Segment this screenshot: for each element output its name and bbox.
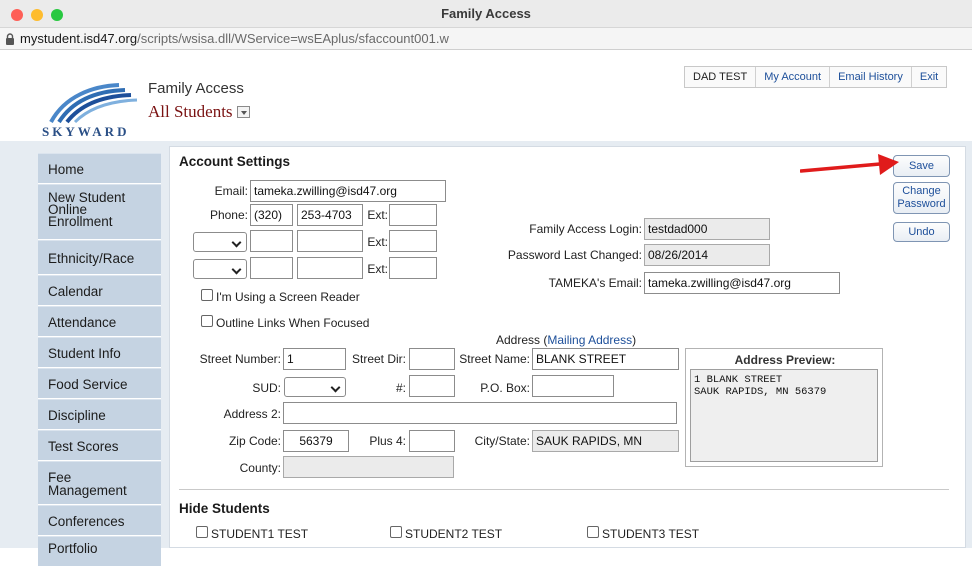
street-name-label: Street Name: — [459, 352, 530, 366]
sidebar-item-conferences[interactable]: Conferences — [38, 505, 161, 536]
phone-number-field[interactable]: 253-4703 — [297, 204, 363, 226]
address-heading: Address (Mailing Address) — [496, 333, 637, 347]
unit-number-field[interactable] — [409, 375, 455, 397]
phone-ext-field[interactable] — [389, 204, 437, 226]
sidebar-item-attendance[interactable]: Attendance — [38, 306, 161, 337]
mailing-address-link[interactable]: Mailing Address — [547, 333, 632, 347]
section-divider — [179, 489, 949, 490]
app-name: Family Access — [148, 80, 244, 97]
save-button[interactable]: Save — [893, 155, 950, 177]
sidebar-item-test-scores[interactable]: Test Scores — [38, 430, 161, 461]
student2-checkbox[interactable] — [390, 526, 402, 538]
street-name-field[interactable]: BLANK STREET — [532, 348, 679, 370]
url-path: /scripts/wsisa.dll/WService=wsEAplus/sfa… — [137, 31, 449, 46]
lock-icon — [6, 33, 14, 45]
address-bar[interactable]: mystudent.isd47.org/scripts/wsisa.dll/WS… — [0, 28, 972, 50]
password-changed-field: 08/26/2014 — [644, 244, 770, 266]
city-state-field: SAUK RAPIDS, MN — [532, 430, 679, 452]
skyward-logo-icon — [49, 83, 138, 124]
sud-label: SUD: — [252, 381, 281, 395]
student3-label: STUDENT3 TEST — [602, 527, 700, 541]
address-preview-text: 1 BLANK STREET SAUK RAPIDS, MN 56379 — [690, 369, 878, 462]
phone2-number-field[interactable] — [297, 230, 363, 252]
phone-area-field[interactable]: (320) — [250, 204, 293, 226]
login-label: Family Access Login: — [529, 222, 642, 236]
undo-button[interactable]: Undo — [893, 222, 950, 242]
phone2-type-select[interactable] — [193, 232, 247, 252]
phone2-area-field[interactable] — [250, 230, 293, 252]
po-box-field[interactable] — [532, 375, 614, 397]
plus4-label: Plus 4: — [369, 434, 406, 448]
address2-field[interactable] — [283, 402, 677, 424]
plus4-field[interactable] — [409, 430, 455, 452]
sidebar-item-calendar[interactable]: Calendar — [38, 275, 161, 306]
address-preview-panel: Address Preview: 1 BLANK STREET SAUK RAP… — [685, 348, 883, 467]
student3-checkbox[interactable] — [587, 526, 599, 538]
phone3-ext-field[interactable] — [389, 257, 437, 279]
phone2-ext-field[interactable] — [389, 230, 437, 252]
login-field: testdad000 — [644, 218, 770, 240]
sidebar-item-food-service[interactable]: Food Service — [38, 368, 161, 399]
window-titlebar: Family Access — [0, 0, 972, 28]
sidebar-item-new-student-enrollment[interactable]: New Student Online Enrollment — [38, 184, 161, 240]
dropdown-icon[interactable] — [236, 106, 250, 119]
top-links-bar: DAD TEST My Account Email History Exit — [684, 66, 948, 88]
email-label: Email: — [214, 184, 248, 198]
po-box-label: P.O. Box: — [480, 381, 530, 395]
url-text: mystudent.isd47.org/scripts/wsisa.dll/WS… — [20, 28, 449, 50]
phone3-area-field[interactable] — [250, 257, 293, 279]
phone3-type-select[interactable] — [193, 259, 247, 279]
window-title: Family Access — [441, 6, 531, 21]
sidebar-item-ethnicity-race[interactable]: Ethnicity/Race — [38, 240, 161, 275]
unit-number-label: #: — [395, 381, 406, 395]
sidebar-item-fee-management[interactable]: Fee Management — [38, 461, 161, 505]
phone3-number-field[interactable] — [297, 257, 363, 279]
hide-students-title: Hide Students — [179, 501, 270, 516]
change-password-button[interactable]: Change Password — [893, 182, 950, 214]
outline-links-label: Outline Links When Focused — [216, 316, 370, 330]
student2-label: STUDENT2 TEST — [405, 527, 503, 541]
address2-label: Address 2: — [223, 407, 281, 421]
ext-label: Ext: — [367, 208, 388, 222]
county-field — [283, 456, 454, 478]
county-label: County: — [239, 461, 281, 475]
zip-code-field[interactable]: 56379 — [283, 430, 349, 452]
ext3-label: Ext: — [367, 262, 388, 276]
student-email-field[interactable]: tameka.zwilling@isd47.org — [644, 272, 840, 294]
page-header — [0, 51, 972, 141]
my-account-link[interactable]: My Account — [756, 67, 831, 87]
account-settings-title: Account Settings — [179, 154, 291, 169]
ext2-label: Ext: — [367, 235, 388, 249]
student-email-label: TAMEKA's Email: — [548, 276, 642, 290]
exit-link[interactable]: Exit — [912, 67, 946, 87]
zip-code-label: Zip Code: — [228, 434, 281, 448]
student1-checkbox[interactable] — [196, 526, 208, 538]
screen-reader-checkbox[interactable] — [201, 289, 213, 301]
red-arrow-annotation — [800, 154, 899, 175]
sidebar-item-discipline[interactable]: Discipline — [38, 399, 161, 430]
street-number-field[interactable]: 1 — [283, 348, 346, 370]
address-preview-title: Address Preview: — [734, 353, 836, 367]
address-heading-label: Address — [496, 333, 541, 347]
password-changed-label: Password Last Changed: — [507, 248, 642, 262]
student-selector-label: All Students — [148, 102, 233, 121]
sud-select[interactable] — [284, 377, 346, 397]
outline-links-checkbox[interactable] — [201, 315, 213, 327]
phone-label: Phone: — [209, 208, 248, 222]
skyward-logo-text: SKYWARD — [42, 124, 130, 139]
student-selector[interactable]: All Students — [148, 102, 250, 122]
street-dir-field[interactable] — [409, 348, 455, 370]
url-host: mystudent.isd47.org — [20, 31, 138, 46]
email-history-link[interactable]: Email History — [830, 67, 912, 87]
student1-label: STUDENT1 TEST — [211, 527, 309, 541]
user-name: DAD TEST — [685, 67, 757, 87]
email-field[interactable]: tameka.zwilling@isd47.org — [250, 180, 446, 202]
street-number-label: Street Number: — [199, 352, 281, 366]
street-dir-label: Street Dir: — [351, 352, 406, 366]
city-state-label: City/State: — [474, 434, 530, 448]
sidebar-item-student-info[interactable]: Student Info — [38, 337, 161, 368]
screen-reader-label: I'm Using a Screen Reader — [216, 290, 360, 304]
sidebar-item-portfolio[interactable]: Portfolio — [38, 536, 161, 567]
sidebar-item-home[interactable]: Home — [38, 153, 161, 184]
